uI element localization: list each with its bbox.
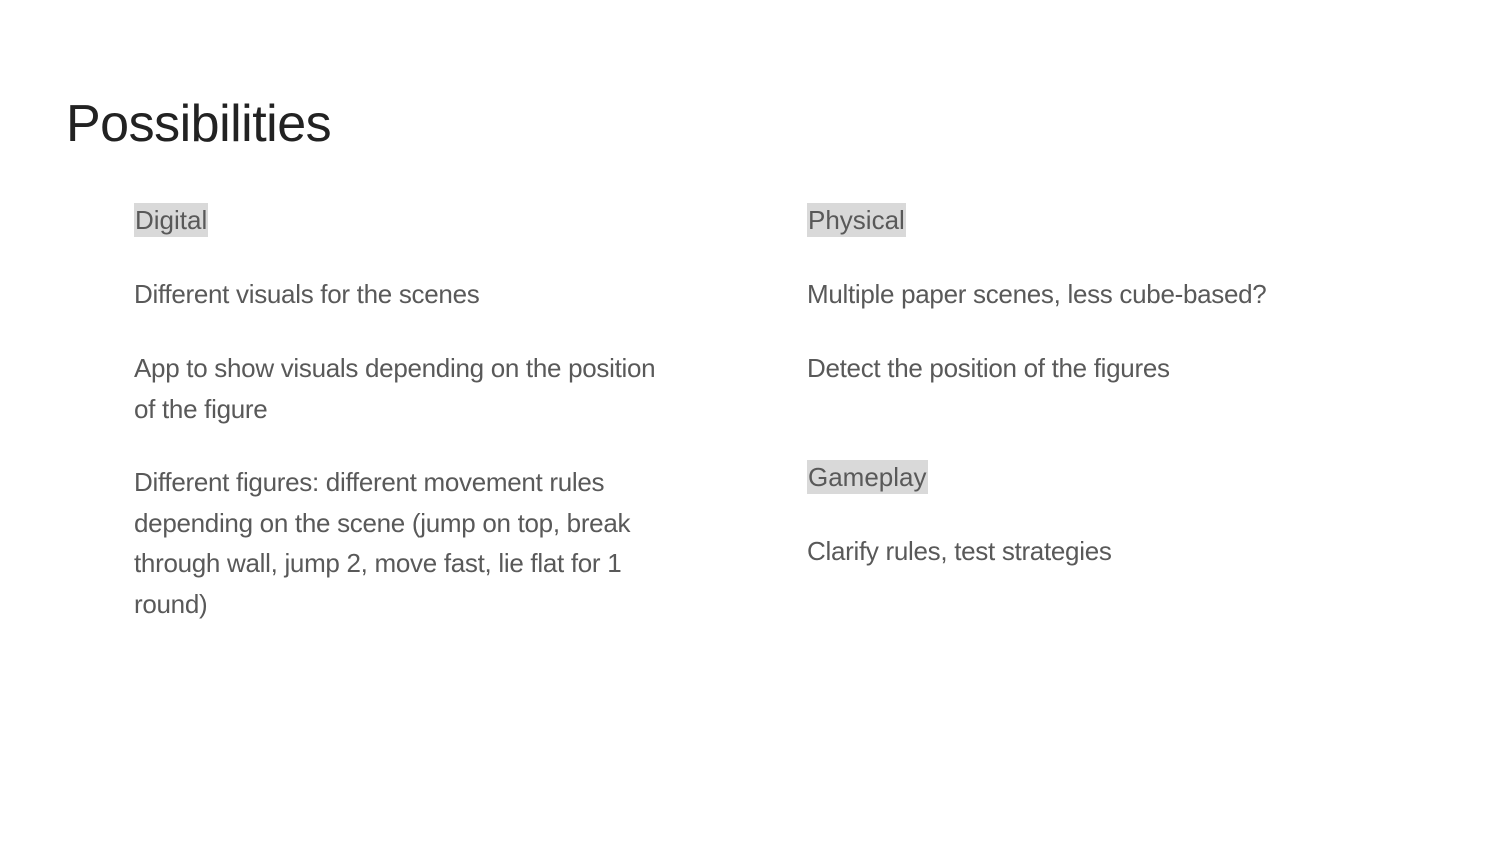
- physical-heading: Physical: [807, 203, 906, 237]
- physical-item: Multiple paper scenes, less cube-based?: [807, 279, 1267, 309]
- physical-item: Detect the position of the figures: [807, 353, 1170, 383]
- digital-item: Different visuals for the scenes: [134, 279, 480, 309]
- gameplay-item: Clarify rules, test strategies: [807, 536, 1112, 566]
- gameplay-heading: Gameplay: [807, 460, 928, 494]
- slide: Possibilities Digital Different visuals …: [0, 0, 1500, 843]
- digital-heading: Digital: [134, 203, 209, 237]
- slide-title: Possibilities: [66, 95, 332, 153]
- digital-item: App to show visuals depending on the pos…: [134, 353, 656, 424]
- digital-item: Different figures: different movement ru…: [134, 467, 631, 619]
